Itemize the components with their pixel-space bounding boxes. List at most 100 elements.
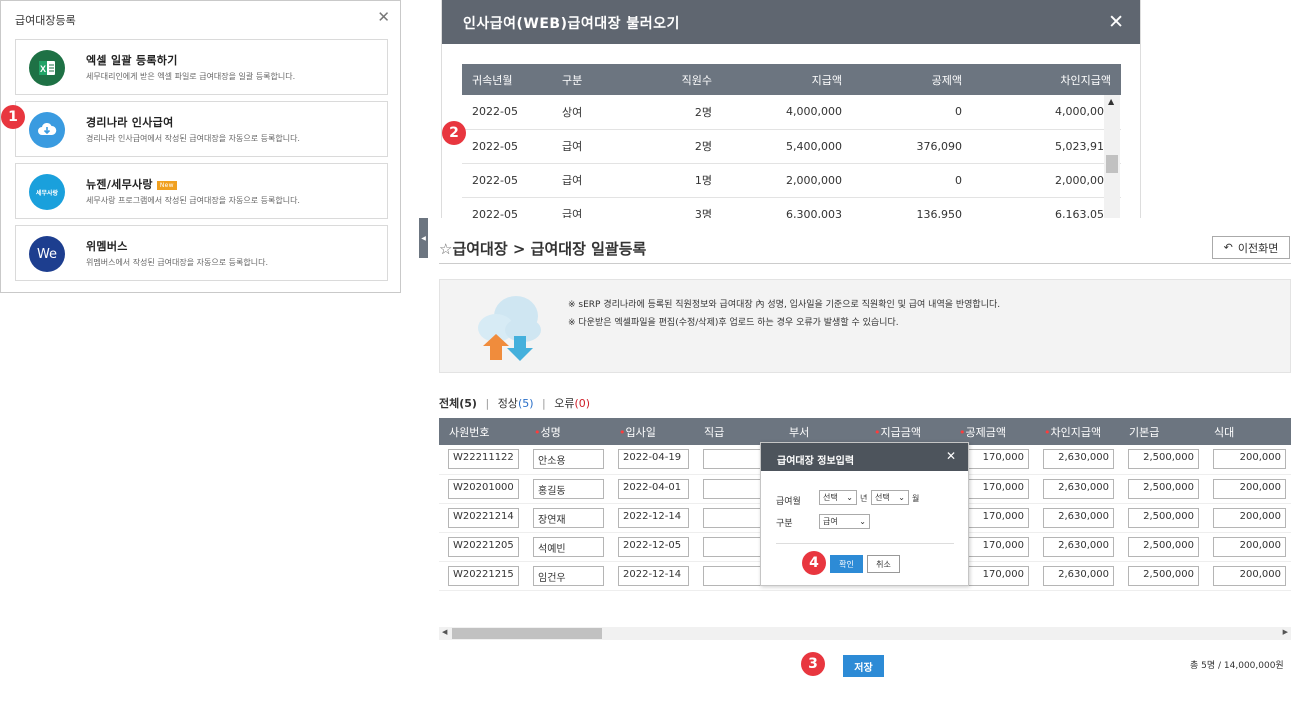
import-row[interactable]: 2022-05 급여 1명 2,000,000 0 2,000,000 bbox=[462, 163, 1121, 198]
vertical-scrollbar[interactable]: ▲ bbox=[1104, 95, 1120, 218]
scroll-thumb[interactable] bbox=[1106, 155, 1118, 173]
grid-cell: 2,630,000 bbox=[1034, 503, 1119, 533]
scroll-thumb[interactable] bbox=[452, 628, 602, 639]
grid-cell: 200,000 bbox=[1204, 445, 1291, 475]
status-filter: 전체(5) | 정상(5) | 오류(0) bbox=[439, 395, 590, 411]
base-salary-input[interactable]: 2,500,000 bbox=[1128, 565, 1199, 586]
grid-col-label: 지급금액 bbox=[880, 425, 921, 439]
base-salary-input[interactable]: 2,500,000 bbox=[1128, 449, 1199, 470]
option-title: 경리나라 인사급여 bbox=[86, 116, 174, 129]
option-gyeongrinara[interactable]: 경리나라 인사급여 경리나라 인사급여에서 작성된 급여대장을 자동으로 등록합… bbox=[15, 101, 388, 157]
month-select[interactable]: 선택 ⌄ bbox=[871, 490, 909, 505]
option-title: 위멤버스 bbox=[86, 240, 128, 253]
svg-text:X: X bbox=[40, 64, 46, 74]
grid-cell: W22211122 bbox=[439, 445, 524, 475]
grid-cell: 2,500,000 bbox=[1119, 532, 1204, 562]
sidebar-toggle[interactable]: ◀ bbox=[419, 218, 428, 258]
base-salary-input[interactable]: 2,500,000 bbox=[1128, 507, 1199, 528]
chevron-down-icon: ⌄ bbox=[846, 493, 853, 502]
net-pay-input[interactable]: 2,630,000 bbox=[1043, 536, 1114, 557]
grid-col-header: •입사일 bbox=[609, 418, 694, 445]
net-pay-input[interactable]: 2,630,000 bbox=[1043, 449, 1114, 470]
name-input[interactable]: 안소용 bbox=[533, 449, 604, 470]
grid-col-label: 차인지급액 bbox=[1050, 425, 1102, 439]
step-badge-1: 1 bbox=[1, 105, 25, 129]
name-input[interactable]: 임건우 bbox=[533, 565, 604, 586]
cloud-download-icon bbox=[29, 112, 65, 148]
name-input[interactable]: 홍길동 bbox=[533, 478, 604, 499]
option-wemembers[interactable]: We 위멤버스 위멤버스에서 작성된 급여대장을 자동으로 등록합니다. bbox=[15, 225, 388, 281]
horizontal-scrollbar[interactable]: ◀ ▶ bbox=[439, 627, 1291, 640]
grid-cell: W20221214 bbox=[439, 503, 524, 533]
filter-all[interactable]: 전체(5) bbox=[439, 397, 477, 410]
grid-col-label: 성명 bbox=[540, 425, 561, 439]
scroll-right-icon[interactable]: ▶ bbox=[1283, 628, 1288, 636]
meal-allowance-input[interactable]: 200,000 bbox=[1213, 536, 1286, 557]
name-input[interactable]: 석예빈 bbox=[533, 536, 604, 557]
hire-date-input[interactable]: 2022-12-14 bbox=[618, 565, 689, 586]
chevron-down-icon: ⌄ bbox=[859, 517, 866, 526]
employee-no-input[interactable]: W20201000 bbox=[448, 478, 519, 499]
filter-ok[interactable]: 정상(5) bbox=[498, 397, 534, 410]
employee-no-input[interactable]: W22211122 bbox=[448, 449, 519, 470]
filter-error[interactable]: 오류(0) bbox=[554, 397, 590, 410]
import-row[interactable]: 2022-05 급여 2명 5,400,000 376,090 5,023,910 bbox=[462, 129, 1121, 164]
scroll-up-icon[interactable]: ▲ bbox=[1108, 97, 1114, 106]
import-dialog-header: 인사급여(WEB)급여대장 불러오기 ✕ bbox=[442, 0, 1140, 44]
grid-cell: 2022-04-01 bbox=[609, 474, 694, 504]
name-input[interactable]: 장연재 bbox=[533, 507, 604, 528]
new-badge: New bbox=[156, 180, 177, 190]
import-cell: 2022-05 bbox=[462, 197, 552, 218]
grid-col-header: 식대 bbox=[1204, 418, 1291, 445]
import-cell: 급여 bbox=[552, 163, 622, 198]
meal-allowance-input[interactable]: 200,000 bbox=[1213, 507, 1286, 528]
employee-no-input[interactable]: W20221205 bbox=[448, 536, 519, 557]
meal-allowance-input[interactable]: 200,000 bbox=[1213, 478, 1286, 499]
hire-date-input[interactable]: 2022-04-01 bbox=[618, 478, 689, 499]
confirm-button[interactable]: 확인 bbox=[830, 555, 863, 573]
close-icon[interactable]: ✕ bbox=[1108, 11, 1124, 33]
employee-no-input[interactable]: W20221215 bbox=[448, 565, 519, 586]
year-select[interactable]: 선택 ⌄ bbox=[819, 490, 857, 505]
import-dialog: 인사급여(WEB)급여대장 불러오기 ✕ 귀속년월 구분 직원수 지급액 공제액… bbox=[441, 0, 1141, 218]
hire-date-input[interactable]: 2022-12-05 bbox=[618, 536, 689, 557]
net-pay-input[interactable]: 2,630,000 bbox=[1043, 565, 1114, 586]
grid-cell: 200,000 bbox=[1204, 474, 1291, 504]
employee-no-input[interactable]: W20221214 bbox=[448, 507, 519, 528]
save-button[interactable]: 저장 bbox=[843, 655, 884, 677]
meal-allowance-input[interactable]: 200,000 bbox=[1213, 565, 1286, 586]
month-select-value: 선택 bbox=[875, 493, 890, 502]
filter-error-label: 오류 bbox=[554, 397, 575, 410]
meal-allowance-input[interactable]: 200,000 bbox=[1213, 449, 1286, 470]
type-select[interactable]: 급여 ⌄ bbox=[819, 514, 870, 529]
close-icon[interactable]: ✕ bbox=[377, 8, 390, 26]
year-unit: 년 bbox=[860, 494, 868, 503]
back-button[interactable]: ↶ 이전화면 bbox=[1212, 236, 1290, 259]
grid-cell: 2,630,000 bbox=[1034, 561, 1119, 591]
base-salary-input[interactable]: 2,500,000 bbox=[1128, 478, 1199, 499]
grid-col-header: •성명 bbox=[524, 418, 609, 445]
import-row[interactable]: 2022-05 급여 3명 6,300,003 136,950 6,163,053 bbox=[462, 197, 1121, 218]
import-row[interactable]: 2022-05 상여 2명 4,000,000 0 4,000,000 bbox=[462, 95, 1121, 130]
grid-cell: 홍길동 bbox=[524, 474, 609, 504]
grid-col-label: 부서 bbox=[789, 425, 810, 439]
close-icon[interactable]: ✕ bbox=[946, 449, 956, 463]
grid-cell: 2,630,000 bbox=[1034, 474, 1119, 504]
hire-date-input[interactable]: 2022-12-14 bbox=[618, 507, 689, 528]
base-salary-input[interactable]: 2,500,000 bbox=[1128, 536, 1199, 557]
grid-col-header: •공제금액 bbox=[949, 418, 1034, 445]
grid-cell: 2,500,000 bbox=[1119, 445, 1204, 475]
grid-cell: 2022-12-14 bbox=[609, 561, 694, 591]
cancel-button[interactable]: 취소 bbox=[867, 555, 900, 573]
star-icon[interactable]: ☆ bbox=[439, 240, 452, 258]
import-dialog-title: 인사급여(WEB)급여대장 불러오기 bbox=[463, 16, 680, 32]
cloud-upload-download-icon bbox=[478, 296, 541, 361]
grid-col-header: 사원번호 bbox=[439, 418, 524, 445]
net-pay-input[interactable]: 2,630,000 bbox=[1043, 507, 1114, 528]
net-pay-input[interactable]: 2,630,000 bbox=[1043, 478, 1114, 499]
option-excel-upload[interactable]: X 엑셀 일괄 등록하기 세무대리인에게 받은 엑셀 파일로 급여대장을 일괄 … bbox=[15, 39, 388, 95]
hire-date-input[interactable]: 2022-04-19 bbox=[618, 449, 689, 470]
scroll-left-icon[interactable]: ◀ bbox=[442, 628, 447, 636]
import-cell: 4,000,000 bbox=[972, 95, 1121, 130]
option-semusarang[interactable]: 세무사랑 뉴젠/세무사랑 New 세무사랑 프로그램에서 작성된 급여대장을 자동… bbox=[15, 163, 388, 219]
